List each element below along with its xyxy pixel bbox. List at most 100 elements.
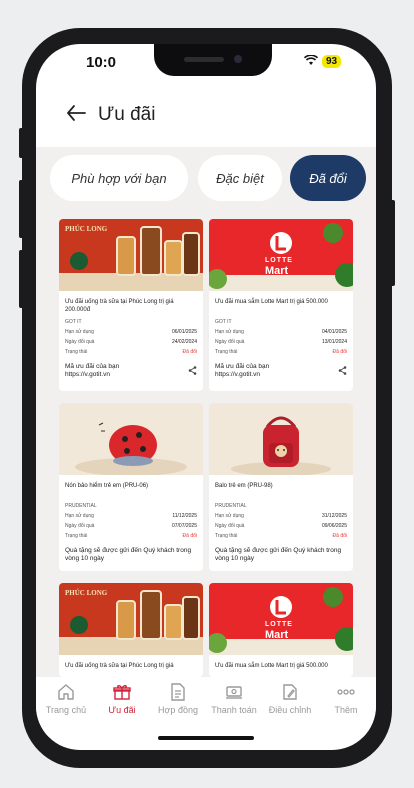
offer-card[interactable]: PHÚC LONG Ưu đãi uống trà sữa tại Phúc L…: [59, 219, 203, 391]
offer-card[interactable]: Balo trẻ em (PRU-98) PRUDENTIAL Hạn sử d…: [209, 403, 353, 571]
status-badge: Đã đổi: [182, 349, 197, 355]
more-icon: [318, 683, 374, 705]
app-screen: 10:0 93 Ưu đãi Phù hợp với bạn Đặc biệt …: [36, 44, 376, 750]
delivery-note: Quà tặng sẽ được gửi đến Quý khách trong…: [65, 547, 192, 562]
battery-indicator: 93: [322, 55, 342, 68]
lotte-logo-text: LOTTE: [265, 257, 293, 264]
mart-logo-text: Mart: [265, 265, 289, 277]
nav-label-payment: Thanh toán: [211, 705, 257, 715]
redeem-date-value: 13/01/2024: [321, 339, 347, 345]
offer-code-section: Mã ưu đãi của bạn https://v.gotit.vn: [215, 363, 347, 379]
lotte-mart-banner: LOTTE Mart: [209, 219, 353, 291]
redeem-date-label: Ngày đổi quà: [65, 339, 95, 345]
redeem-date-value: 24/02/2024: [171, 339, 197, 345]
nav-item-contracts[interactable]: Hợp đồng: [150, 683, 206, 715]
status-label: Trạng thái: [215, 533, 238, 539]
power-button: [390, 200, 395, 286]
nav-item-more[interactable]: Thêm: [318, 683, 374, 715]
expiry-label: Hạn sử dụng: [65, 513, 94, 519]
lotte-mart-banner: LOTTE Mart: [209, 583, 353, 655]
share-icon[interactable]: [338, 366, 347, 377]
issuer-row: PRUDENTIAL: [65, 503, 197, 513]
redeem-date-row: Ngày đổi quà 13/01/2024: [215, 339, 347, 349]
offer-title: Ưu đãi mua sắm Lotte Mart trị giá 500.00…: [215, 299, 328, 305]
wifi-icon: [303, 54, 319, 69]
offer-title: Ưu đãi uống trà sữa tại Phúc Long trị gi…: [65, 299, 174, 313]
issuer-name: PRUDENTIAL: [215, 503, 247, 509]
offer-code-link[interactable]: https://v.gotit.vn: [65, 371, 197, 379]
offer-title: Ưu đãi mua sắm Lotte Mart trị giá 500.00…: [215, 663, 328, 669]
expiry-label: Hạn sử dụng: [215, 513, 244, 519]
expiry-label: Hạn sử dụng: [65, 329, 94, 335]
nav-label-more: Thêm: [334, 705, 358, 715]
tab-bar: Phù hợp với bạn Đặc biệt Đã đổi: [36, 155, 376, 205]
status-row: Trạng thái Đã đổi: [215, 533, 347, 543]
nav-item-adjust[interactable]: Điều chỉnh: [262, 683, 318, 715]
offer-title: Balo trẻ em (PRU-98): [215, 483, 273, 489]
status-label: Trạng thái: [65, 533, 88, 539]
lotte-logo-text: LOTTE: [265, 621, 293, 628]
offer-card[interactable]: PHÚC LONG Ưu đãi uống trà sữa tại Phúc L…: [59, 583, 203, 677]
expiry-label: Hạn sử dụng: [215, 329, 244, 335]
offer-card[interactable]: LOTTE Mart Ưu đãi mua sắm Lotte Mart trị…: [209, 219, 353, 391]
offer-code-label: Mã ưu đãi của bạn: [65, 363, 120, 370]
redeem-date-label: Ngày đổi quà: [215, 339, 245, 345]
document-icon: [150, 683, 206, 705]
status-row: Trạng thái Đã đổi: [215, 349, 347, 359]
page-header: Ưu đãi: [36, 96, 376, 140]
edit-icon: [262, 683, 318, 705]
expiry-value: 11/12/2025: [172, 513, 197, 519]
offer-code-section: Mã ưu đãi của bạn https://v.gotit.vn: [65, 363, 197, 379]
bottom-nav: Trang chủ Ưu đãi Hợp đồng Thanh toán Điề…: [36, 677, 376, 737]
offer-card[interactable]: Nón bảo hiểm trẻ em (PRU-06) PRUDENTIAL …: [59, 403, 203, 571]
home-indicator[interactable]: [158, 736, 254, 740]
tab-special[interactable]: Đặc biệt: [198, 155, 282, 201]
redeem-date-label: Ngày đổi quà: [65, 523, 95, 529]
volume-down-button: [19, 250, 24, 308]
status-bar: 10:0 93: [36, 44, 376, 82]
dynamic-island: [154, 44, 272, 76]
issuer-name: GOT IT: [215, 319, 232, 325]
offer-code-link[interactable]: https://v.gotit.vn: [215, 371, 347, 379]
offer-title: Nón bảo hiểm trẻ em (PRU-06): [65, 483, 149, 489]
status-row: Trạng thái Đã đổi: [65, 349, 197, 359]
nav-label-offers: Ưu đãi: [108, 705, 136, 715]
phuclong-logo-text: PHÚC LONG: [65, 589, 108, 597]
status-badge: Đã đổi: [332, 349, 347, 355]
arrow-left-icon[interactable]: [66, 102, 86, 128]
share-icon[interactable]: [188, 366, 197, 377]
expiry-row: Hạn sử dụng 11/12/2025: [65, 513, 197, 523]
redeem-date-label: Ngày đổi quà: [215, 523, 245, 529]
tab-suitable[interactable]: Phù hợp với bạn: [50, 155, 188, 201]
home-icon: [38, 683, 94, 705]
nav-item-offers[interactable]: Ưu đãi: [94, 683, 150, 715]
offer-code-label: Mã ưu đãi của bạn: [215, 363, 270, 370]
issuer-row: PRUDENTIAL: [215, 503, 347, 513]
redeem-date-value: 09/06/2025: [321, 523, 347, 529]
issuer-row: GOT IT: [215, 319, 347, 329]
status-badge: Đã đổi: [182, 533, 197, 539]
issuer-name: GOT IT: [65, 319, 82, 325]
nav-item-home[interactable]: Trang chủ: [38, 683, 94, 715]
status-time: 10:0: [86, 54, 117, 71]
expiry-row: Hạn sử dụng 31/12/2025: [215, 513, 347, 523]
nav-label-home: Trang chủ: [45, 705, 87, 715]
redeem-date-value: 07/07/2025: [171, 523, 197, 529]
delivery-note: Quà tặng sẽ được gửi đến Quý khách trong…: [215, 547, 342, 562]
backpack-banner: [209, 403, 353, 475]
expiry-row: Hạn sử dụng 04/01/2025: [215, 329, 347, 339]
mart-logo-text: Mart: [265, 629, 289, 641]
expiry-value: 06/01/2025: [171, 329, 197, 335]
issuer-name: PRUDENTIAL: [65, 503, 97, 509]
offers-content: Phù hợp với bạn Đặc biệt Đã đổi PHÚC LON…: [36, 147, 376, 677]
status-row: Trạng thái Đã đổi: [65, 533, 197, 543]
nav-item-payment[interactable]: Thanh toán: [206, 683, 262, 715]
redeem-date-row: Ngày đổi quà 24/02/2024: [65, 339, 197, 349]
phuclong-banner: PHÚC LONG: [59, 219, 203, 291]
phuclong-banner: PHÚC LONG: [59, 583, 203, 655]
nav-label-adjust: Điều chỉnh: [268, 705, 312, 715]
tab-redeemed[interactable]: Đã đổi: [290, 155, 366, 201]
nav-label-contracts: Hợp đồng: [158, 705, 198, 715]
offer-card[interactable]: LOTTE Mart Ưu đãi mua sắm Lotte Mart trị…: [209, 583, 353, 677]
status-label: Trạng thái: [65, 349, 88, 355]
